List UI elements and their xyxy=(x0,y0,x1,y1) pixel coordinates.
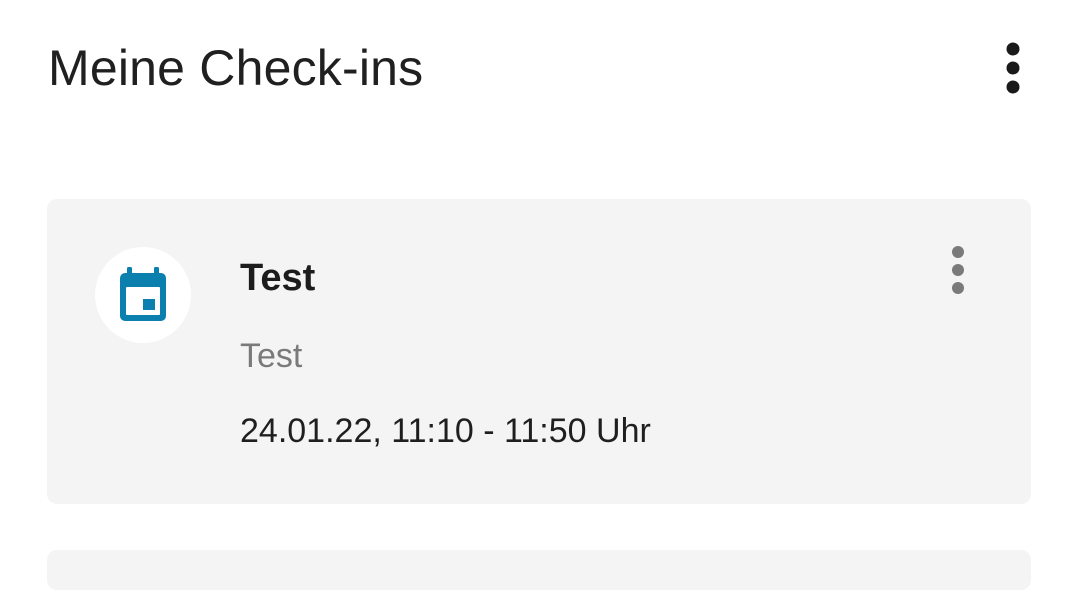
checkin-time: 24.01.22, 11:10 - 11:50 Uhr xyxy=(240,412,651,450)
checkin-title: Test xyxy=(240,257,316,299)
page-title: Meine Check-ins xyxy=(48,40,424,96)
overflow-menu-button[interactable] xyxy=(990,40,1036,96)
next-checkin-card[interactable] xyxy=(47,550,1031,590)
checkin-avatar xyxy=(95,247,191,343)
checkin-menu-button[interactable] xyxy=(940,243,976,299)
more-vert-icon xyxy=(952,246,964,294)
app-bar: Meine Check-ins xyxy=(0,0,1079,140)
more-vert-icon xyxy=(1006,42,1020,94)
calendar-icon xyxy=(120,267,166,321)
checkin-card[interactable]: Test Test 24.01.22, 11:10 - 11:50 Uhr xyxy=(47,199,1031,504)
checkin-subtitle: Test xyxy=(240,337,303,375)
